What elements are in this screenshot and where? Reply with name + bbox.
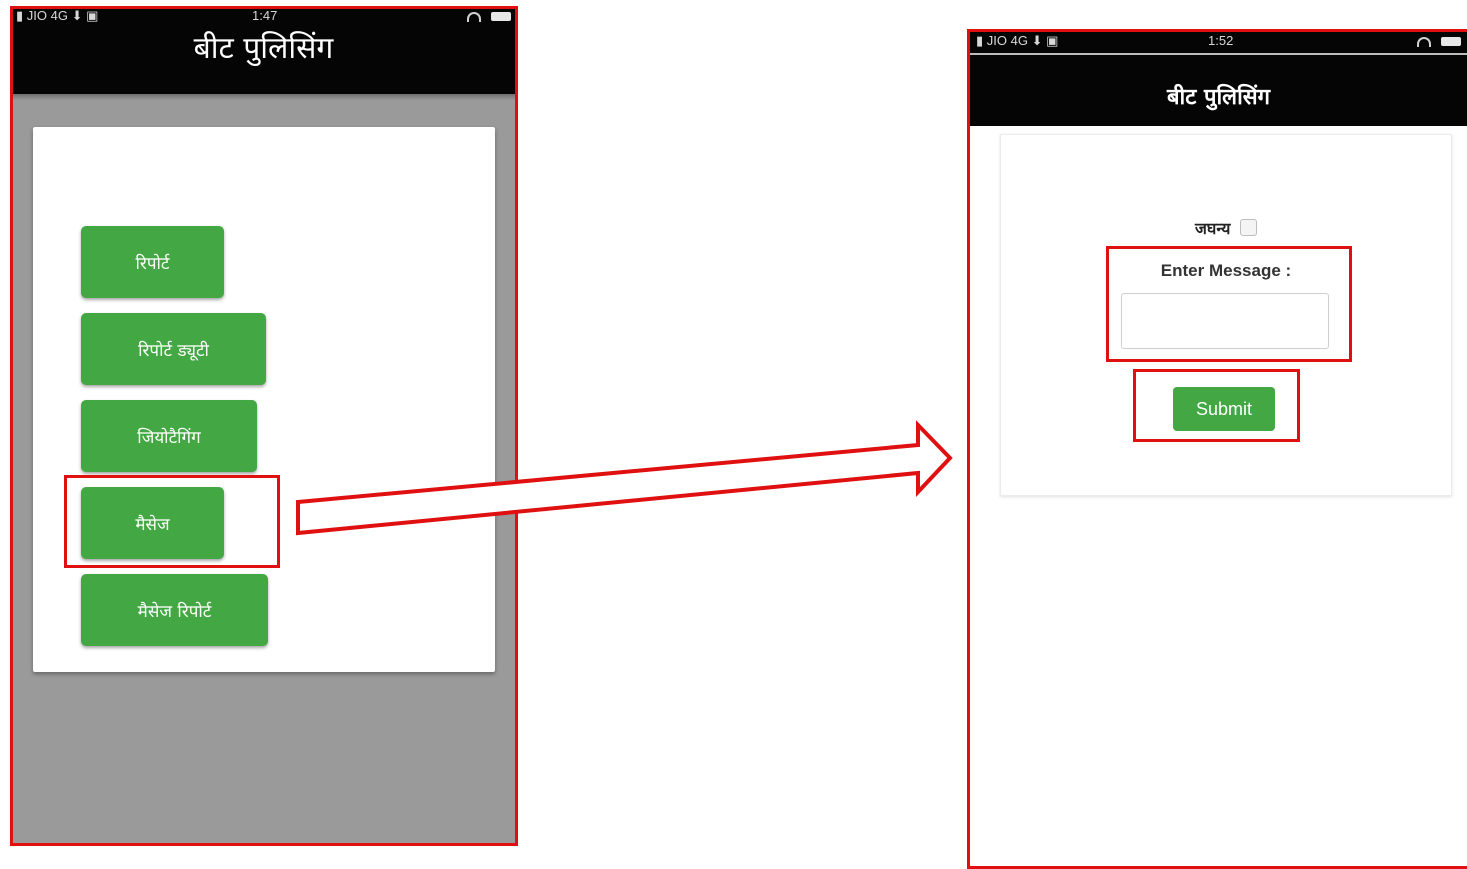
right-screen-highlight (967, 29, 1467, 869)
submit-button-highlight (1133, 369, 1300, 442)
message-input-highlight (1106, 246, 1352, 362)
